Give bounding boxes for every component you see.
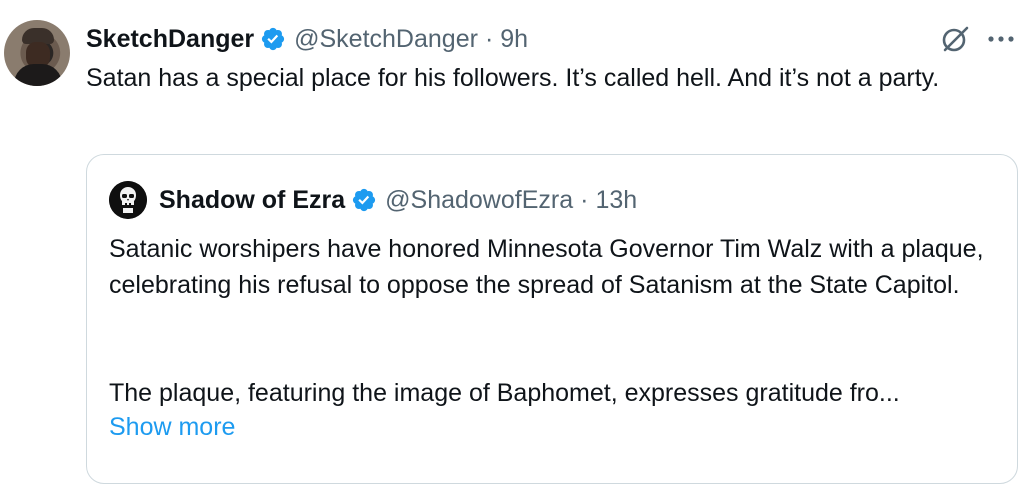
quoted-post-text: Satanic worshipers have honored Minnesot… [109,235,984,299]
post-header: SketchDanger @SketchDanger · 9h [86,22,528,56]
quoted-post-timestamp[interactable]: 13h [595,186,637,215]
post-timestamp[interactable]: 9h [500,25,528,54]
quoted-post-header: Shadow of Ezra @ShadowofEzra · 13h [109,181,637,219]
quoted-author-avatar[interactable] [109,181,147,219]
more-options-icon[interactable] [986,34,1016,44]
author-handle[interactable]: @SketchDanger [294,25,478,54]
post-text: Satan has a special place for his follow… [86,64,940,92]
verified-badge-icon[interactable] [351,187,377,213]
quoted-post[interactable]: Shadow of Ezra @ShadowofEzra · 13h Satan… [86,154,1018,484]
skull-icon [109,181,147,219]
author-avatar[interactable] [4,20,70,86]
show-more-link[interactable]: Show more [109,409,235,445]
avatar-body [14,64,62,86]
grok-icon[interactable] [940,24,970,54]
verified-badge-icon[interactable] [260,26,286,52]
author-name[interactable]: SketchDanger [86,25,254,54]
header-separator: · [484,24,494,53]
quoted-author-name[interactable]: Shadow of Ezra [159,186,345,215]
quoted-author-handle[interactable]: @ShadowofEzra [385,186,573,215]
quoted-header-separator: · [580,185,589,214]
quoted-post-text-truncated: The plaque, featuring the image of Bapho… [109,379,900,407]
